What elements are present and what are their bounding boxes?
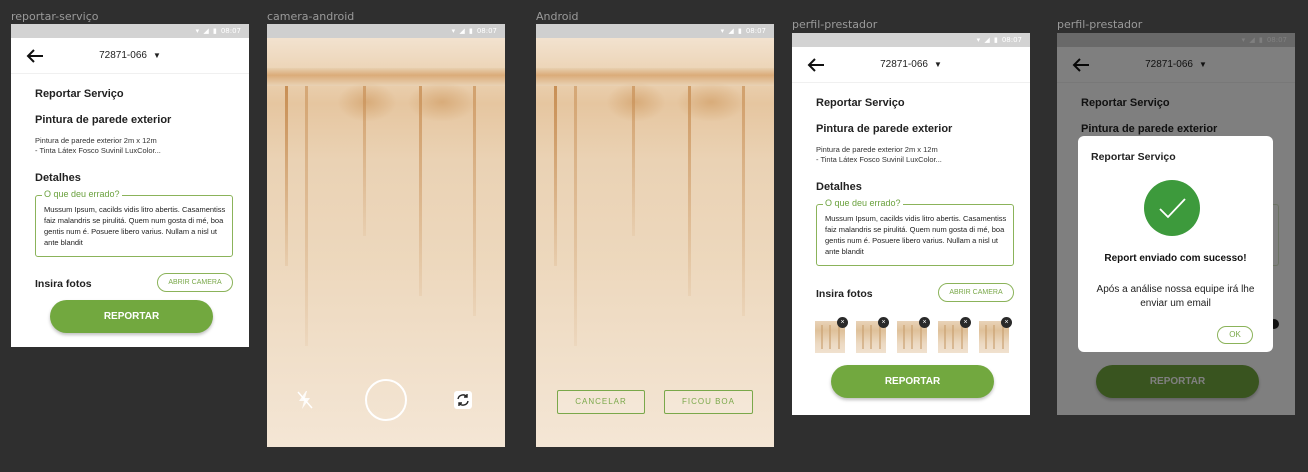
frame-label-camera-android: camera-android (267, 10, 355, 23)
shutter-button[interactable] (365, 379, 407, 421)
open-camera-button[interactable]: ABRIR CAMERA (938, 283, 1014, 302)
report-button[interactable]: REPORTAR (831, 365, 994, 398)
chevron-down-icon: ▼ (933, 60, 942, 69)
switch-camera-icon[interactable] (453, 390, 473, 410)
frame-label-reportar-servico: reportar-serviço (11, 10, 99, 23)
problem-textarea[interactable]: O que deu errado? Mussum Ipsum, cacilds … (35, 189, 233, 257)
service-name: Pintura de parede exterior (816, 123, 953, 135)
captured-photo (536, 38, 774, 447)
problem-field-label: O que deu errado? (823, 198, 903, 208)
report-button[interactable]: REPORTAR (50, 300, 213, 333)
remove-photo-icon[interactable]: × (960, 317, 971, 328)
problem-field-label: O que deu errado? (42, 189, 122, 199)
success-dialog: Reportar Serviço Report enviado com suce… (1078, 136, 1273, 352)
remove-photo-icon[interactable]: × (1001, 317, 1012, 328)
photos-heading: Insira fotos (816, 288, 873, 300)
remove-photo-icon[interactable]: × (837, 317, 848, 328)
chevron-down-icon: ▼ (152, 51, 161, 60)
confirm-photo-button[interactable]: FICOU BOA (664, 390, 753, 414)
details-heading: Detalhes (35, 172, 81, 184)
remove-photo-icon[interactable]: × (878, 317, 889, 328)
app-bar: 72871-066▼ (11, 38, 249, 74)
details-heading: Detalhes (816, 181, 862, 193)
frame-label-android: Android (536, 10, 579, 23)
frame-label-perfil-prestador: perfil-prestador (792, 18, 878, 31)
frame-label-perfil-prestador-2: perfil-prestador (1057, 18, 1143, 31)
page-title: Reportar Serviço (816, 97, 905, 109)
screen-photo-review: ▾ ◢ ▮ 08:07 CANCELAR FICOU BOA (536, 24, 774, 447)
status-bar: ▾ ◢ ▮08:07 (536, 24, 774, 38)
location-selector[interactable]: 72871-066 ▼ (11, 50, 249, 61)
status-bar: ▾ ◢ ▮08:07 (792, 33, 1030, 47)
dialog-title: Reportar Serviço (1091, 151, 1176, 163)
problem-textarea[interactable]: O que deu errado? Mussum Ipsum, cacilds … (816, 198, 1014, 266)
app-bar: 72871-066▼ (792, 47, 1030, 83)
flash-off-icon[interactable] (296, 390, 314, 410)
dialog-message: Após a análise nossa equipe irá lhe envi… (1096, 284, 1255, 309)
open-camera-button[interactable]: ABRIR CAMERA (157, 273, 233, 292)
problem-field-value: Mussum Ipsum, cacilds vidis litro aberti… (825, 214, 1007, 256)
dialog-headline: Report enviado com sucesso! (1104, 253, 1247, 264)
service-name: Pintura de parede exterior (35, 114, 172, 126)
screen-report-with-photos: ▾ ◢ ▮ 08:07 72871-066 ▼ Reportar Serviço P… (792, 33, 1030, 415)
ok-button[interactable]: OK (1217, 326, 1253, 344)
page-title: Reportar Serviço (35, 88, 124, 100)
status-bar: ▾ ◢ ▮08:07 (267, 24, 505, 38)
screen-report-success: ▾ ◢ ▮08:07 72871-066▼ Reportar Serviço P… (1057, 33, 1295, 415)
status-bar: ▾ ◢ ▮08:07 (11, 24, 249, 38)
screen-camera: ▾ ◢ ▮ 08:07 (267, 24, 505, 447)
success-check-icon (1144, 180, 1200, 236)
cancel-button[interactable]: CANCELAR (557, 390, 645, 414)
service-description: Pintura de parede exterior 2m x 12m - Tin… (35, 136, 161, 155)
location-selector[interactable]: 72871-066 ▼ (792, 59, 1030, 70)
service-description: Pintura de parede exterior 2m x 12m - Tin… (816, 145, 942, 164)
problem-field-value: Mussum Ipsum, cacilds vidis litro aberti… (44, 205, 226, 247)
screen-reportar-servico: ▾ ◢ ▮ 08:07 72871-066 ▼ Reportar Serviço P… (11, 24, 249, 347)
photos-heading: Insira fotos (35, 278, 92, 290)
remove-photo-icon[interactable]: × (919, 317, 930, 328)
